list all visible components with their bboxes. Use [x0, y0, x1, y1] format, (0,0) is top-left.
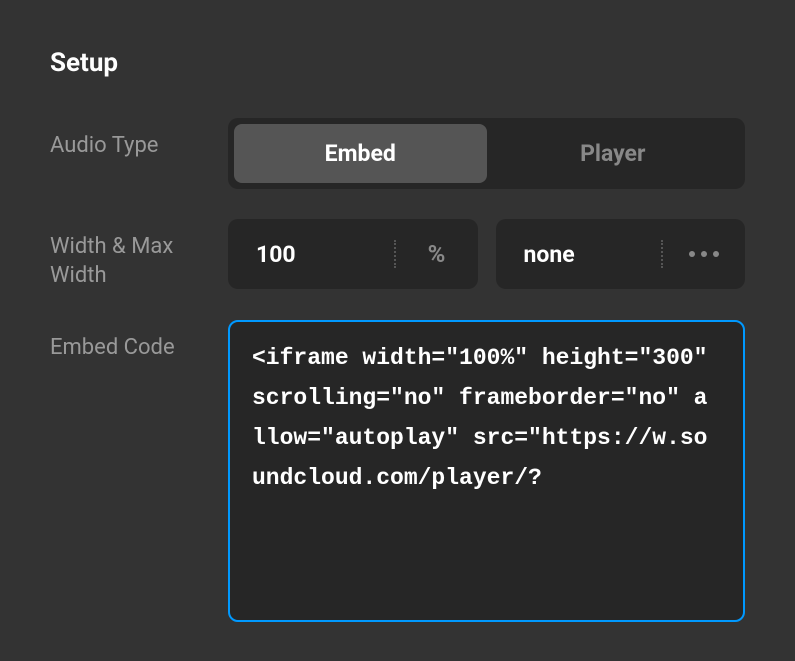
width-input-group[interactable]: 100 % — [228, 219, 478, 289]
row-audio-type: Audio Type Embed Player — [50, 118, 745, 189]
width-label: Width & Max Width — [50, 219, 228, 290]
audio-type-embed-button[interactable]: Embed — [234, 124, 487, 183]
row-width: Width & Max Width 100 % none — [50, 219, 745, 290]
width-value[interactable]: 100 — [228, 241, 394, 268]
audio-type-label: Audio Type — [50, 118, 228, 161]
width-unit[interactable]: % — [396, 240, 478, 268]
max-width-value[interactable]: none — [496, 241, 662, 268]
section-title: Setup — [50, 48, 745, 78]
audio-type-segmented: Embed Player — [228, 118, 745, 189]
max-width-input-group[interactable]: none — [496, 219, 746, 289]
embed-code-input[interactable]: <iframe width="100%" height="300" scroll… — [228, 320, 745, 622]
audio-type-player-button[interactable]: Player — [487, 124, 740, 183]
more-icon[interactable] — [663, 251, 745, 257]
embed-code-label: Embed Code — [50, 320, 228, 363]
row-embed-code: Embed Code <iframe width="100%" height="… — [50, 320, 745, 622]
